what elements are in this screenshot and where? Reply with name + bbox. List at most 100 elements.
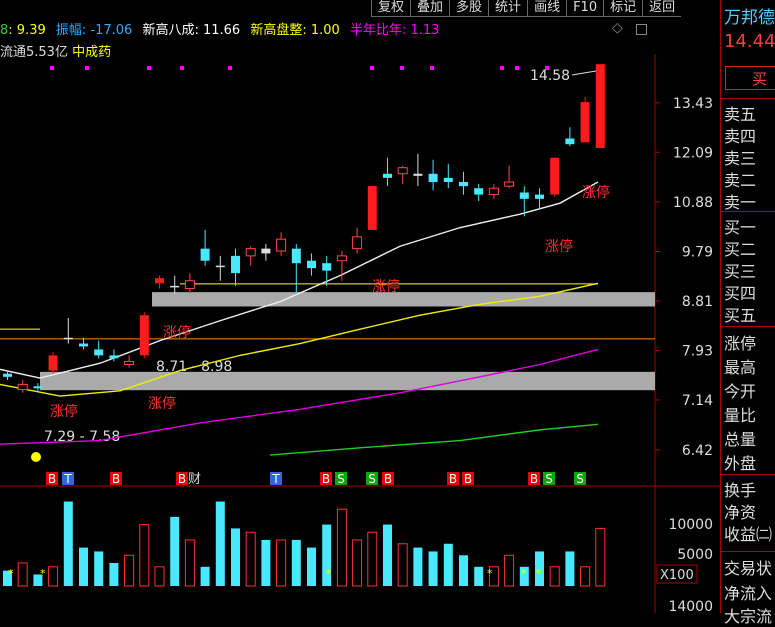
toolbar-button-mark[interactable]: 标记 [603,0,643,17]
toolbar: 复权 叠加 多股 统计 画线 F10 标记 返回 [371,0,682,17]
candle-body [383,173,392,178]
volume-bar [504,554,515,587]
ask-2: 卖二 [724,171,757,190]
candle-body [184,280,195,289]
candle-body [124,360,135,365]
volume-bar [245,531,256,587]
volume-bar [63,501,73,586]
signal-dot [400,66,404,70]
candle-body [397,167,408,175]
volume-bar [231,528,240,586]
ask-5: 卖五 [724,105,757,124]
bid-5: 买五 [724,306,757,325]
limit-up-label: 涨停 [582,184,610,201]
volume-bar [336,508,347,587]
volume-unit-label: X100 [660,568,694,583]
toolbar-button-draw[interactable]: 画线 [527,0,567,17]
signal-dot [85,66,89,70]
volume-bar [291,539,301,586]
signal-dot [515,66,519,70]
signal-dot [228,66,232,70]
candle-body [215,265,225,268]
candle-body [291,248,301,264]
price-tick-label: 7.14 [682,393,713,409]
stat-outer-volume: 外盘 [724,454,757,473]
price-tick-label: 10.88 [673,195,713,211]
signal-marker-label: T [271,472,280,486]
quote-panel: 万邦德 14.44 买 卖五 卖四 卖三 卖二 卖一 买一 买二 买三 买四 买… [720,0,775,626]
toolbar-button-overlay[interactable]: 叠加 [410,0,450,17]
candle-body [519,192,529,199]
diamond-icon[interactable]: ◇ [612,20,623,36]
volume-bar [428,551,438,586]
candle-body [550,157,560,195]
volume-bar [154,566,165,587]
volume-star: * [326,567,332,580]
signal-marker-label: B [449,472,457,486]
ask-4: 卖四 [724,127,757,146]
signal-marker-label: S [337,472,345,486]
current-price: 14.44 [724,31,775,52]
volume-bar [109,562,119,586]
candle-body [200,248,210,261]
toolbar-button-fuquan[interactable]: 复权 [371,0,411,17]
toolbar-button-multi-stock[interactable]: 多股 [449,0,489,17]
candle-body [17,383,28,391]
candle-body [336,255,347,262]
volume-bar [580,566,591,587]
candle-body [428,173,438,182]
limit-up-label: 涨停 [50,403,78,420]
divider [721,211,775,212]
volume-bar [459,555,468,586]
volume-bar [367,531,378,587]
high-price-arrow [571,70,597,76]
price-tick-label: 12.09 [673,145,713,161]
candle-body [79,343,88,347]
candle-body [504,181,515,187]
square-icon[interactable] [636,24,647,35]
stat-total-volume: 总量 [724,430,757,449]
half-year-ratio-value: 半年比年: 1.13 [349,23,440,38]
stat-open: 今开 [724,382,757,401]
price-tick-label: 7.93 [682,344,713,360]
new-high-80-value: 新高八成: 11.66 [142,23,241,38]
volume-tick-label: 10000 [668,517,713,533]
candle-body [488,187,499,196]
kline-chart[interactable]: 13.4312.0910.889.798.817.937.146.428.71 … [0,0,720,613]
bid-1: 买一 [724,218,757,237]
signal-marker-label: B [384,472,392,486]
candle-body [33,386,43,389]
volume-bar [184,539,195,587]
candle-body [3,373,12,377]
float-cap: 流通5.53亿 [0,45,68,60]
volume-bar [79,547,88,586]
price-tick-label: 13.43 [673,96,713,112]
high-price-label: 14.58 [530,68,570,84]
divider [721,474,775,475]
volume-bar [48,566,59,587]
volume-star: * [8,567,14,580]
candle-body [245,248,256,257]
toolbar-button-back[interactable]: 返回 [642,0,682,17]
finance-marker: 财 [188,472,201,487]
buy-button[interactable]: 买 [725,66,775,90]
signal-dot [50,66,54,70]
toolbar-button-stats[interactable]: 统计 [488,0,528,17]
signal-marker-label: B [112,472,120,486]
ask-1: 卖一 [724,193,757,212]
amplitude-value: 振幅: -17.06 [55,23,133,38]
signal-dot [500,66,504,70]
stat-turnover: 换手 [724,481,757,500]
stat-high: 最高 [724,358,757,377]
ma-line-green [269,423,599,456]
ma-value: : 9.39 [8,23,46,38]
volume-bar [549,566,560,587]
marker-dot [31,452,41,462]
candle-body [170,285,180,288]
candle-body [367,186,377,230]
sector-label: 中成药 [72,45,112,60]
candle-body [474,188,484,195]
volume-star: * [487,567,493,580]
toolbar-button-f10[interactable]: F10 [566,0,604,17]
volume-bar [94,551,104,586]
